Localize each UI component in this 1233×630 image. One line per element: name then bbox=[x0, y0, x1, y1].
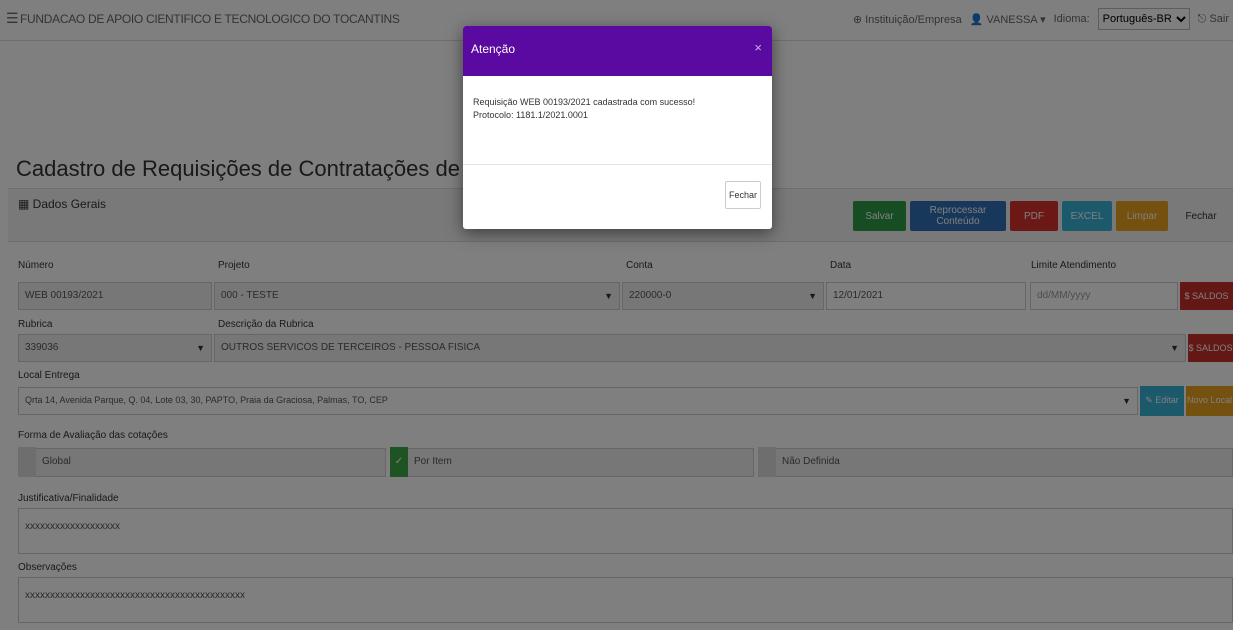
modal-protocol: Protocolo: 1181.1/2021.0001 bbox=[473, 110, 588, 120]
close-icon[interactable]: × bbox=[754, 40, 762, 55]
modal-close-button[interactable]: Fechar bbox=[725, 181, 761, 209]
alert-modal: Atenção × Requisição WEB 00193/2021 cada… bbox=[463, 26, 772, 229]
modal-title: Atenção bbox=[471, 42, 516, 56]
modal-body: Requisição WEB 00193/2021 cadastrada com… bbox=[463, 76, 772, 165]
modal-header: Atenção × bbox=[463, 26, 772, 76]
modal-message: Requisição WEB 00193/2021 cadastrada com… bbox=[473, 97, 696, 107]
